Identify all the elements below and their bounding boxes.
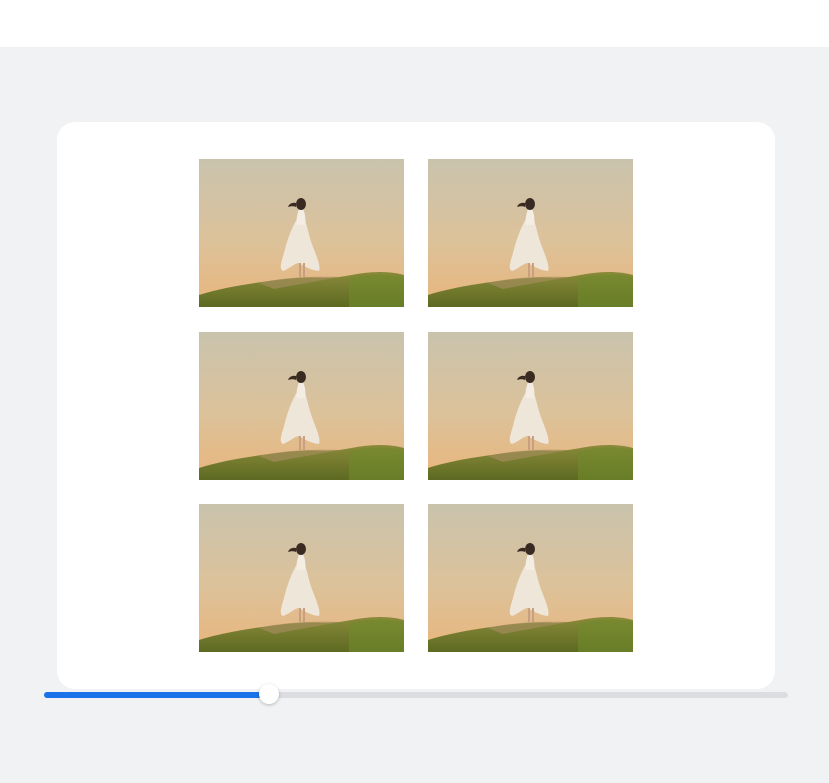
gallery-photo-5[interactable] xyxy=(199,504,404,652)
top-bar xyxy=(0,0,829,47)
zoom-slider[interactable] xyxy=(44,684,788,704)
slider-fill xyxy=(44,692,270,698)
photo-grid-card xyxy=(57,122,775,689)
gallery-photo-6[interactable] xyxy=(428,504,633,652)
gallery-photo-2[interactable] xyxy=(428,159,633,307)
gallery-photo-1[interactable] xyxy=(199,159,404,307)
gallery-photo-3[interactable] xyxy=(199,332,404,480)
gallery-photo-4[interactable] xyxy=(428,332,633,480)
